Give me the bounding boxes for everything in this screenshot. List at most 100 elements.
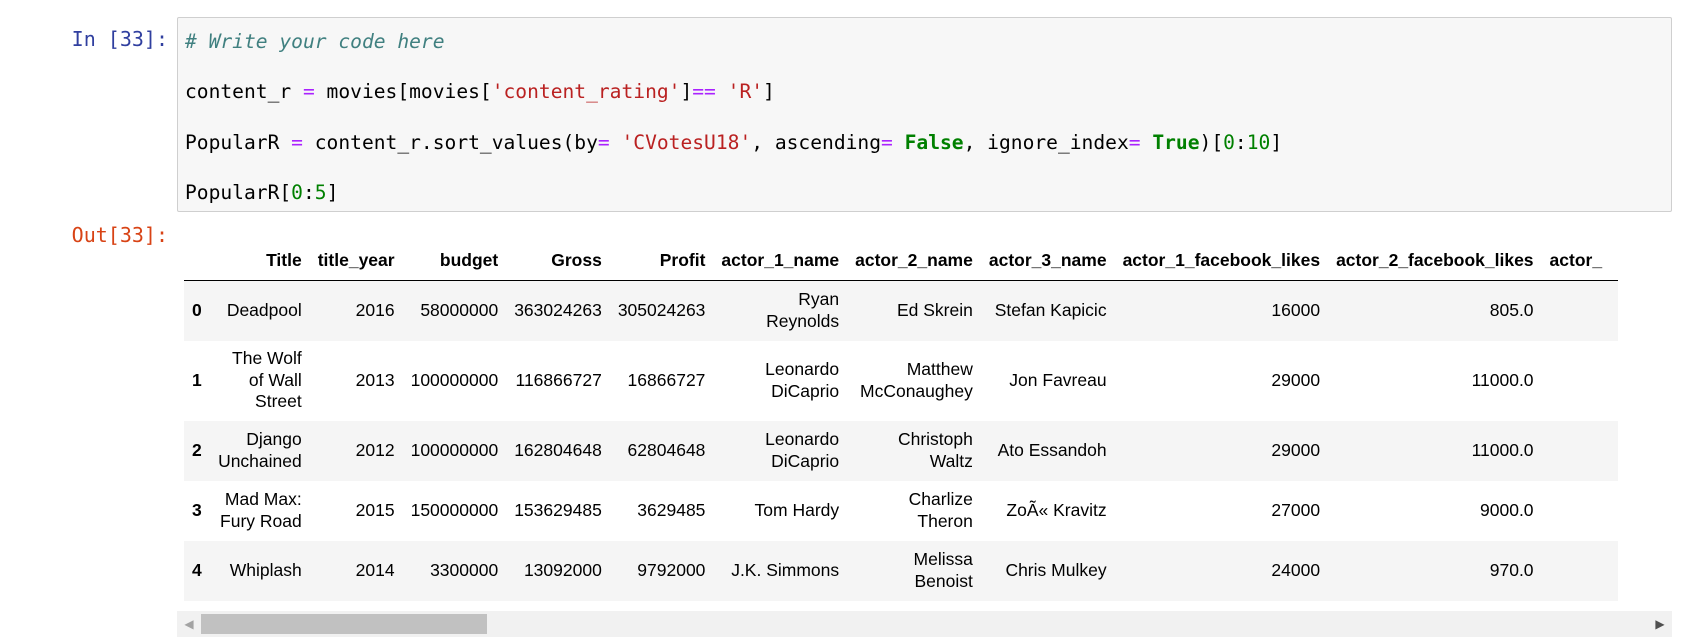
column-header: Gross — [506, 240, 610, 281]
table-cell: Melissa Benoist — [913, 549, 973, 591]
code-token: , ascending — [751, 131, 882, 154]
table-cell: 13092000 — [523, 560, 602, 580]
table-cell: Leonardo DiCaprio — [765, 359, 840, 401]
table-row: 0 Deadpool 2016 58000000 363024263 30502… — [184, 280, 1618, 341]
table-cell: 16000 — [1271, 300, 1321, 321]
table-cell: 116866727 — [515, 370, 602, 390]
code-token: ] — [763, 80, 775, 103]
table-cell — [1542, 421, 1618, 481]
table-cell: The Wolf of Wall Street — [232, 348, 302, 412]
code-token: = — [302, 80, 315, 103]
column-header: title_year — [309, 240, 403, 281]
code-token: content_r — [185, 80, 303, 103]
column-header-index — [184, 240, 210, 281]
table-row: 2 Django Unchained 2012 100000000 162804… — [184, 420, 1618, 481]
code-token: PopularR[ — [185, 181, 292, 204]
table-cell: Leonardo DiCaprio — [765, 429, 840, 471]
code-cell-editor[interactable]: # Write your code here content_r = movie… — [177, 17, 1672, 212]
code-line-4: PopularR[0:5] — [185, 181, 338, 204]
table-cell: Charlize Theron — [908, 489, 973, 531]
table-cell: 3300000 — [430, 560, 499, 580]
table-cell: ZoÃ« Kravitz — [1006, 500, 1107, 520]
table-cell: 100000000 — [410, 370, 499, 390]
code-token: : — [1234, 131, 1247, 154]
code-token: movies[movies[ — [314, 80, 492, 103]
table-cell — [1542, 481, 1618, 541]
code-token: ] — [680, 80, 693, 103]
table-cell: Tom Hardy — [754, 499, 840, 520]
scroll-right-arrow-icon[interactable]: ▶ — [1648, 611, 1672, 637]
table-cell: Chris Mulkey — [1005, 560, 1107, 580]
code-token: 'CVotesU18' — [621, 131, 752, 154]
table-cell: 62804648 — [627, 440, 706, 460]
code-line-3: PopularR = content_r.sort_values(by= 'CV… — [185, 131, 1282, 154]
code-token: = — [881, 131, 893, 154]
table-cell: 2015 — [355, 500, 395, 520]
code-token: 0 — [1223, 131, 1235, 154]
column-header: actor_ — [1541, 240, 1618, 281]
input-prompt: In [33]: — [71, 27, 168, 51]
table-cell: Ato Essandoh — [997, 440, 1107, 460]
table-cell: 11000.0 — [1471, 370, 1534, 390]
table-cell: 153629485 — [514, 500, 602, 520]
table-cell: 2014 — [355, 560, 395, 580]
table-cell: 29000 — [1271, 440, 1321, 460]
table-cell: 162804648 — [514, 440, 602, 460]
code-token: False — [904, 131, 964, 154]
table-cell: 2012 — [355, 440, 395, 460]
row-index: 0 — [192, 300, 202, 321]
table-cell: J.K. Simmons — [731, 559, 840, 580]
code-token: 10 — [1246, 131, 1271, 154]
code-token: )[ — [1199, 131, 1224, 154]
row-index: 1 — [192, 370, 202, 390]
table-cell: 150000000 — [410, 500, 499, 520]
horizontal-scrollbar[interactable]: ◀ ▶ — [177, 611, 1672, 637]
row-index: 2 — [192, 440, 202, 460]
code-token: 0 — [291, 181, 303, 204]
code-token: ] — [1270, 131, 1283, 154]
dataframe-table: Title title_year budget Gross Profit act… — [184, 240, 1618, 601]
table-header-row: Title title_year budget Gross Profit act… — [184, 240, 1618, 281]
table-cell: Ryan Reynolds — [766, 289, 840, 331]
dataframe-output: Title title_year budget Gross Profit act… — [184, 240, 1672, 605]
table-cell: 363024263 — [514, 300, 602, 321]
table-cell: Mad Max: Fury Road — [220, 489, 302, 531]
table-cell: Christoph Waltz — [897, 429, 973, 471]
row-index: 4 — [192, 560, 202, 580]
code-line-1: # Write your code here — [185, 30, 445, 53]
table-cell: 16866727 — [627, 370, 706, 390]
code-token: True — [1152, 131, 1200, 154]
table-cell: 305024263 — [617, 300, 706, 321]
code-token: : — [302, 181, 315, 204]
row-index: 3 — [192, 500, 202, 520]
table-cell: Matthew McConaughey — [860, 359, 973, 401]
table-cell: Ed Skrein — [896, 300, 973, 320]
table-cell: 58000000 — [420, 300, 499, 321]
table-cell: Deadpool — [226, 300, 302, 320]
table-row: 1 The Wolf of Wall Street 2013 100000000… — [184, 340, 1618, 421]
code-token: , ignore_index — [963, 131, 1129, 154]
code-comment: # Write your code here — [185, 30, 445, 53]
code-token: ] — [326, 181, 339, 204]
scroll-left-arrow-icon[interactable]: ◀ — [177, 611, 201, 637]
table-cell: Whiplash — [229, 559, 302, 580]
code-token: = — [291, 131, 303, 154]
code-token: = — [597, 131, 610, 154]
table-cell: 805.0 — [1489, 300, 1534, 321]
code-token: 'R' — [727, 80, 764, 103]
column-header: actor_2_facebook_likes — [1328, 240, 1542, 281]
code-token: 'content_rating' — [491, 80, 681, 103]
column-header: actor_1_facebook_likes — [1114, 240, 1329, 281]
scrollbar-thumb[interactable] — [201, 614, 487, 634]
table-cell: 29000 — [1271, 370, 1321, 390]
table-cell — [1542, 541, 1618, 601]
table-cell: Jon Favreau — [1009, 370, 1107, 390]
column-header: Title — [209, 240, 310, 281]
table-cell: 11000.0 — [1471, 440, 1534, 460]
code-line-2: content_r = movies[movies['content_ratin… — [185, 80, 775, 103]
table-cell: 970.0 — [1489, 560, 1534, 580]
code-token: = — [1128, 131, 1141, 154]
